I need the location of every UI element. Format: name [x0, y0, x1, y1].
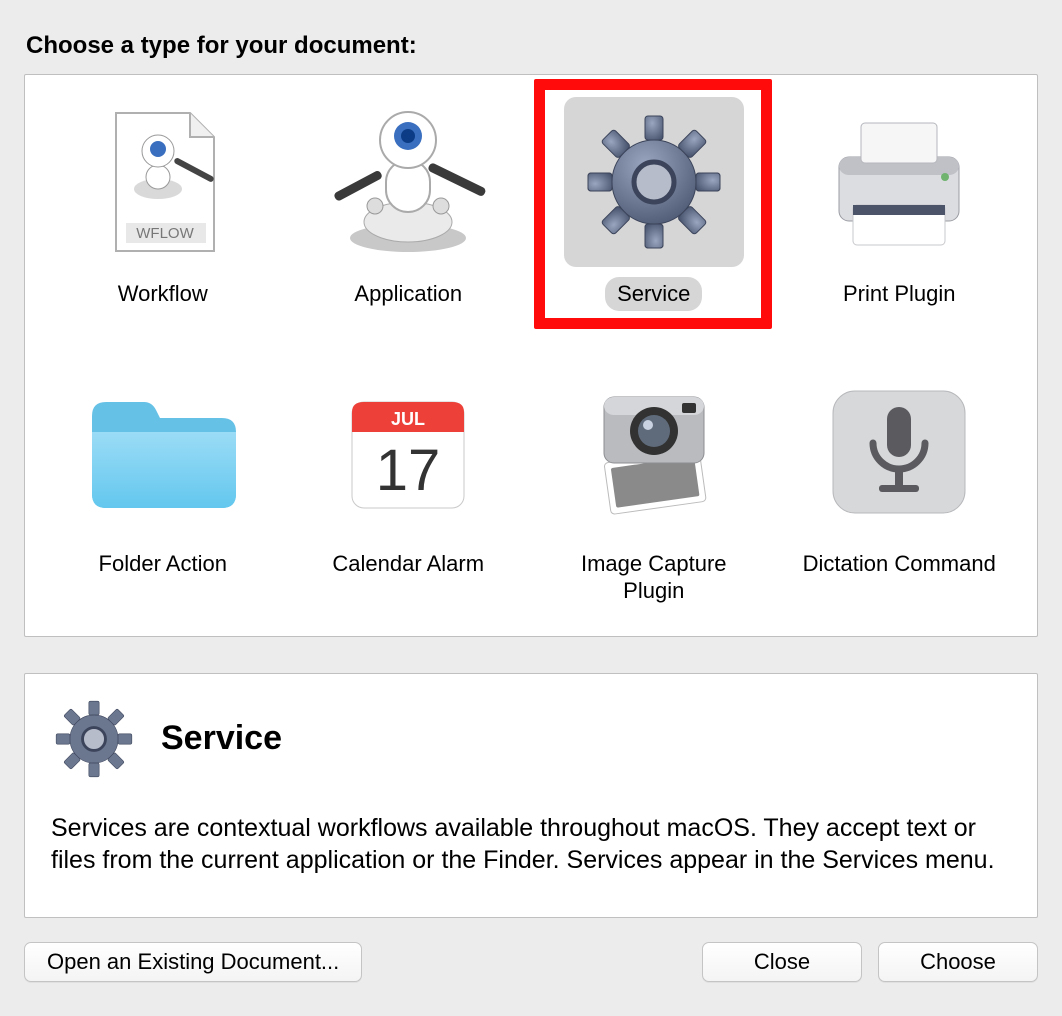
open-existing-button[interactable]: Open an Existing Document... [24, 942, 362, 982]
svg-text:17: 17 [376, 438, 441, 503]
type-label: Application [342, 277, 474, 311]
printer-icon [809, 97, 989, 267]
button-row: Open an Existing Document... Close Choos… [24, 942, 1038, 982]
svg-text:WFLOW: WFLOW [136, 225, 194, 242]
type-label: Workflow [106, 277, 220, 311]
page-title: Choose a type for your document: [26, 32, 1038, 60]
camera-icon [564, 367, 744, 537]
type-dictation-command[interactable]: Dictation Command [782, 367, 1018, 608]
type-label: Calendar Alarm [320, 547, 496, 581]
type-print-plugin[interactable]: Print Plugin [782, 97, 1018, 311]
folder-icon [73, 367, 253, 537]
type-workflow[interactable]: WFLOW Workflow [45, 97, 281, 311]
calendar-icon: JUL 17 [318, 367, 498, 537]
type-application[interactable]: Application [291, 97, 527, 311]
close-button[interactable]: Close [702, 942, 862, 982]
type-label: Service [605, 277, 702, 311]
type-label: Image Capture Plugin [536, 547, 772, 608]
gear-icon [51, 696, 137, 782]
type-service[interactable]: Service [536, 97, 772, 311]
type-calendar-alarm[interactable]: JUL 17 Calendar Alarm [291, 367, 527, 608]
type-image-capture-plugin[interactable]: Image Capture Plugin [536, 367, 772, 608]
description-panel: Service Services are contextual workflow… [24, 673, 1038, 918]
svg-text:JUL: JUL [391, 409, 425, 429]
application-icon [318, 97, 498, 267]
type-grid: WFLOW Workflow [45, 97, 1017, 608]
type-label: Print Plugin [831, 277, 968, 311]
type-label: Dictation Command [791, 547, 1008, 581]
choose-button[interactable]: Choose [878, 942, 1038, 982]
type-label: Folder Action [87, 547, 239, 581]
type-chooser-panel: WFLOW Workflow [24, 74, 1038, 637]
gear-icon [564, 97, 744, 267]
microphone-icon [809, 367, 989, 537]
workflow-icon: WFLOW [73, 97, 253, 267]
description-title: Service [161, 719, 282, 758]
type-folder-action[interactable]: Folder Action [45, 367, 281, 608]
description-body: Services are contextual workflows availa… [51, 812, 1011, 877]
